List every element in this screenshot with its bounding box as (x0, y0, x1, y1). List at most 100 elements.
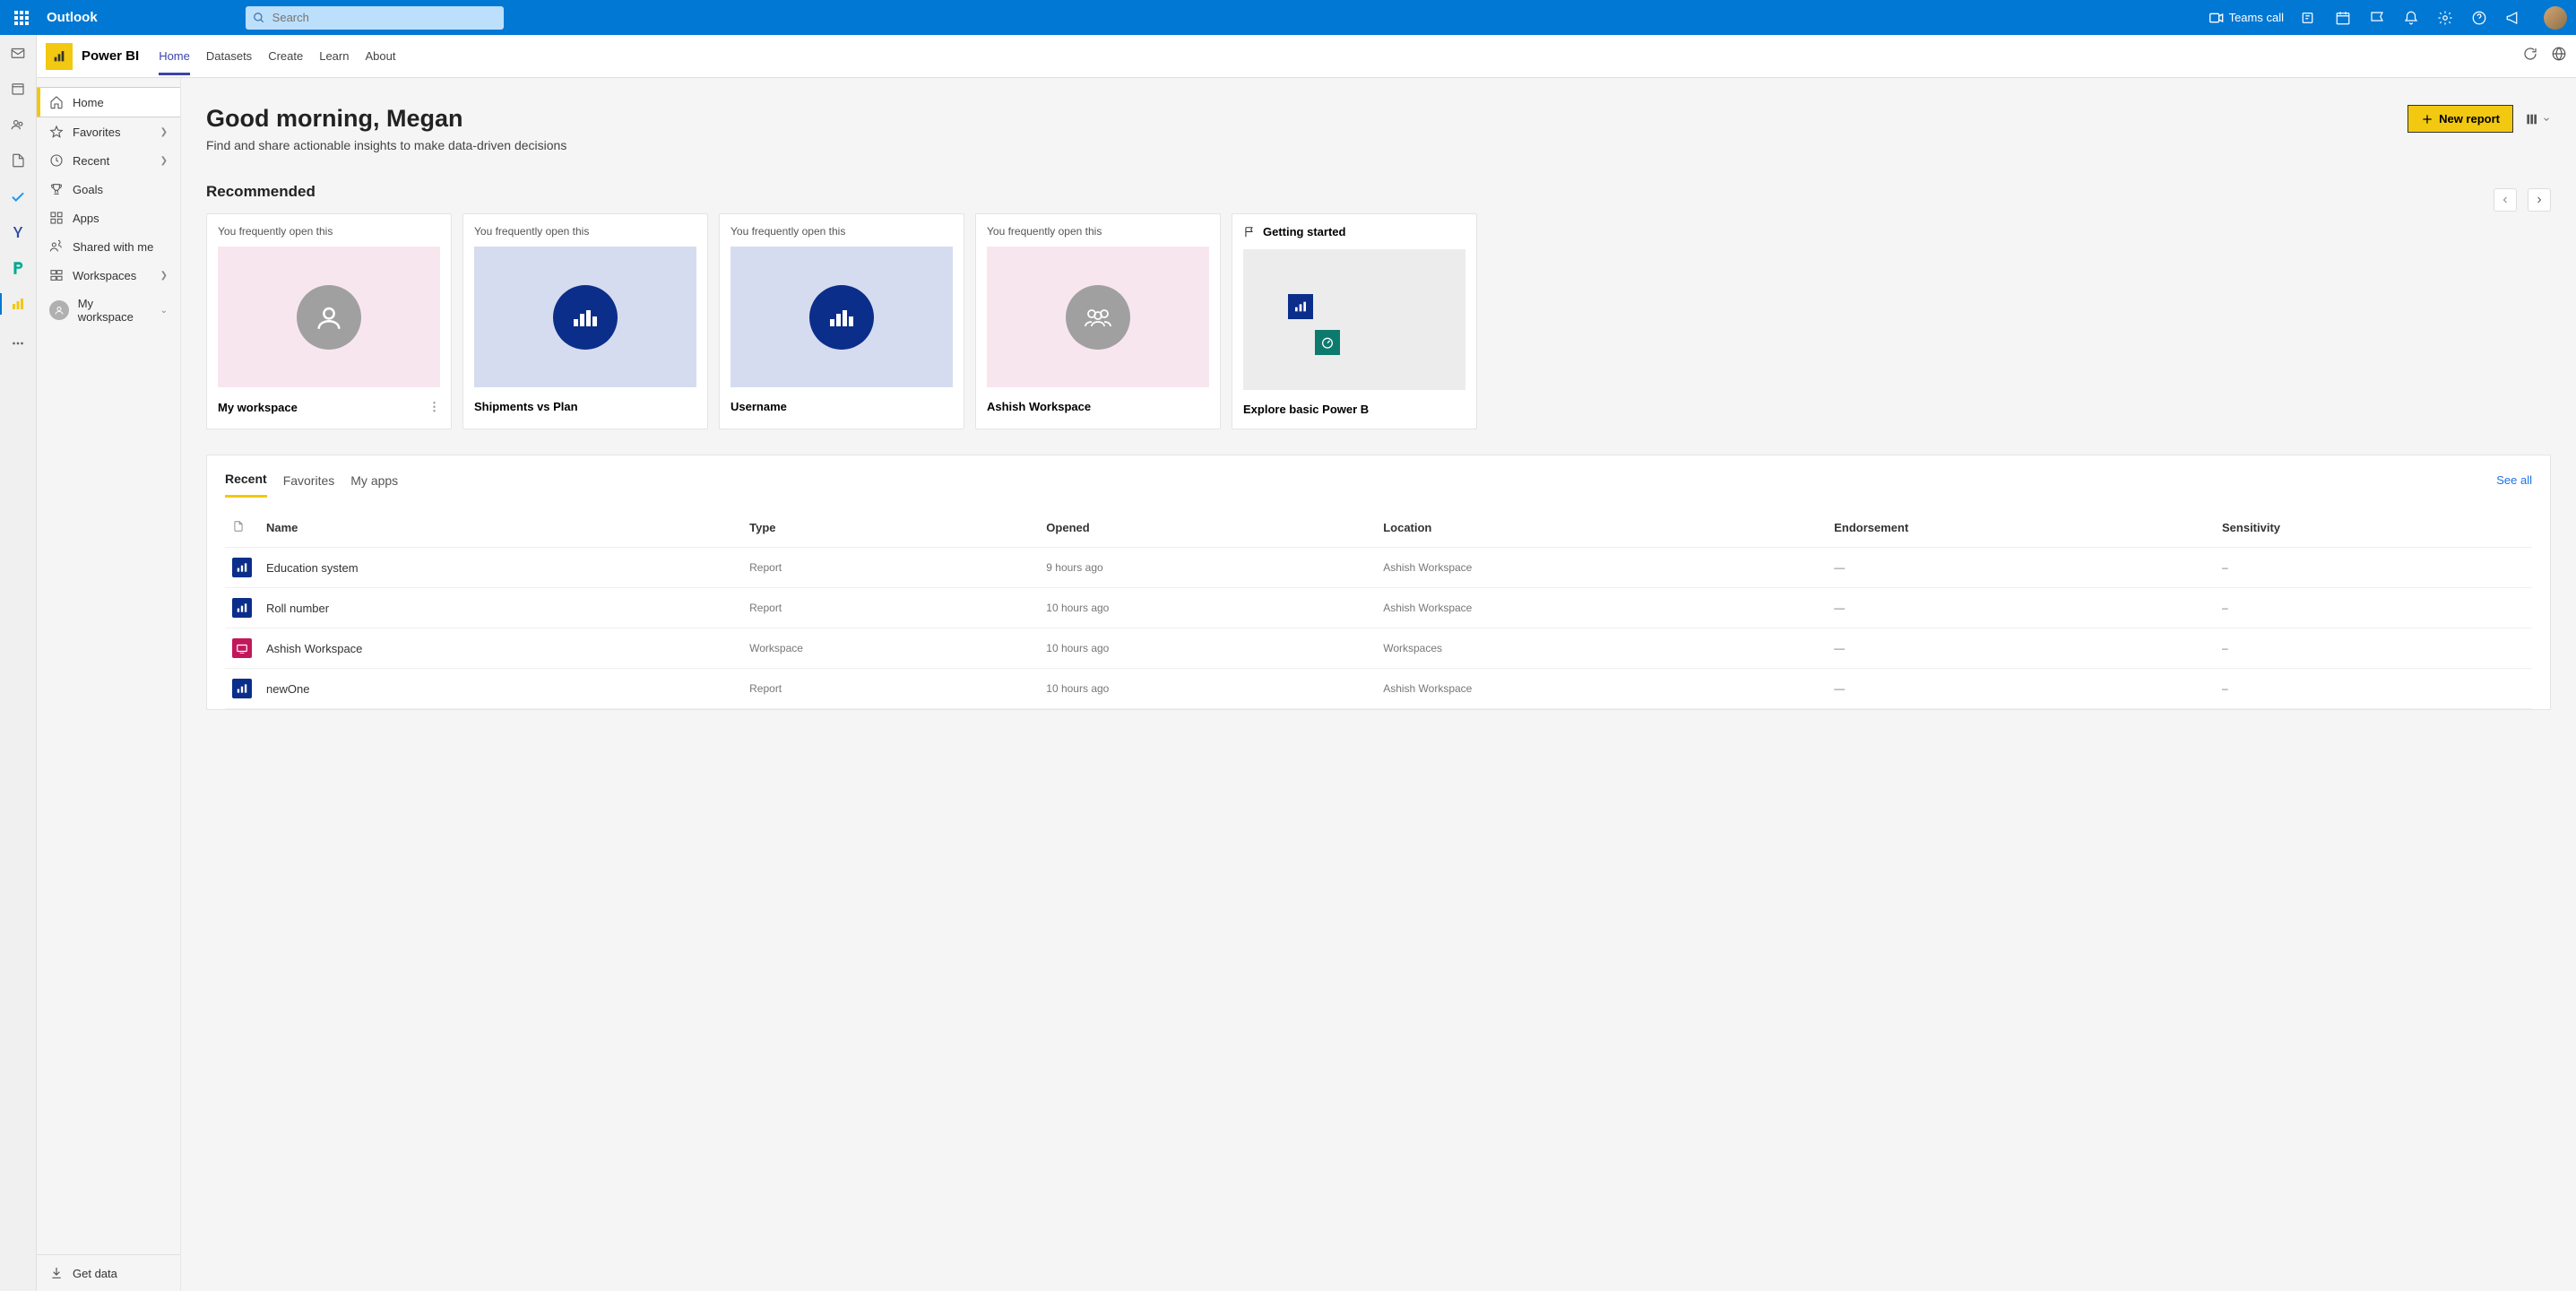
more-apps-icon[interactable] (9, 334, 27, 352)
search-input[interactable] (272, 11, 497, 24)
column-header[interactable]: Opened (1039, 508, 1376, 548)
refresh-icon[interactable] (2522, 46, 2538, 66)
workspaces-icon (49, 268, 64, 282)
see-all-link[interactable]: See all (2496, 473, 2532, 496)
table-row[interactable]: newOneReport10 hours agoAshish Workspace… (225, 669, 2532, 709)
card-title: Explore basic Power B (1243, 403, 1369, 416)
pbi-tab-create[interactable]: Create (268, 37, 303, 75)
recommended-card[interactable]: You frequently open thisAshish Workspace (975, 213, 1221, 429)
teams-call-button[interactable]: Teams call (2209, 11, 2284, 24)
sidebar-item-label: Shared with me (73, 240, 153, 254)
column-header[interactable] (225, 508, 259, 548)
card-title: Shipments vs Plan (474, 400, 578, 413)
content-tab-recent[interactable]: Recent (225, 472, 267, 498)
app-launcher-icon[interactable] (9, 5, 34, 30)
settings-icon[interactable] (2436, 9, 2454, 27)
column-header[interactable]: Location (1376, 508, 1827, 548)
notifications-icon[interactable] (2402, 9, 2420, 27)
sidebar-item-apps[interactable]: Apps (37, 204, 180, 232)
sidebar-item-workspaces[interactable]: Workspaces❯ (37, 261, 180, 290)
share-icon (49, 239, 64, 254)
card-label: You frequently open this (207, 214, 451, 247)
pbi-tab-about[interactable]: About (365, 37, 395, 75)
recommended-card[interactable]: You frequently open thisShipments vs Pla… (462, 213, 708, 429)
bookings-rail-icon[interactable] (9, 259, 27, 277)
pbi-tab-datasets[interactable]: Datasets (206, 37, 252, 75)
help-icon[interactable] (2470, 9, 2488, 27)
scroll-right-button[interactable] (2528, 188, 2551, 212)
bars-icon (1288, 294, 1313, 319)
sidebar-item-favorites[interactable]: Favorites❯ (37, 117, 180, 146)
layout-toggle[interactable] (2526, 113, 2551, 126)
greeting-title: Good morning, Megan (206, 105, 566, 133)
recommended-card[interactable]: Getting startedExplore basic Power B (1232, 213, 1477, 429)
get-data-label: Get data (73, 1267, 117, 1280)
people-icon (1066, 285, 1130, 350)
sidebar-item-home[interactable]: Home (37, 87, 180, 117)
row-sensitivity: – (2215, 588, 2532, 628)
files-rail-icon[interactable] (9, 152, 27, 169)
outlook-app-rail (0, 35, 37, 1291)
meet-now-icon[interactable] (2300, 9, 2318, 27)
row-location: Ashish Workspace (1376, 548, 1827, 588)
content-tabs-card: Recent Favorites My apps See all NameTypeOp… (206, 455, 2551, 710)
column-header[interactable]: Name (259, 508, 742, 548)
header-actions: Teams call (2209, 6, 2567, 30)
workspace-icon (232, 638, 252, 658)
app-name[interactable]: Outlook (47, 10, 98, 25)
sidebar-item-goals[interactable]: Goals (37, 175, 180, 204)
chevron-right-icon: ❯ (160, 156, 168, 166)
sidebar-item-my-workspace[interactable]: My workspace⌄ (37, 290, 180, 331)
report-icon (232, 598, 252, 618)
new-report-label: New report (2439, 112, 2500, 126)
new-report-button[interactable]: New report (2407, 105, 2513, 133)
people-rail-icon[interactable] (9, 116, 27, 134)
megaphone-icon[interactable] (2504, 9, 2522, 27)
pbi-tab-home[interactable]: Home (159, 37, 190, 75)
powerbi-rail-icon[interactable] (9, 295, 27, 313)
row-name: Ashish Workspace (259, 628, 742, 669)
column-header[interactable]: Sensitivity (2215, 508, 2532, 548)
column-header[interactable]: Type (742, 508, 1039, 548)
get-data-icon (49, 1266, 64, 1280)
teams-call-label: Teams call (2229, 11, 2284, 24)
powerbi-nav-tabs: Home Datasets Create Learn About (159, 37, 395, 75)
search-box[interactable] (246, 6, 504, 30)
powerbi-title: Power BI (82, 48, 139, 64)
table-row[interactable]: Ashish WorkspaceWorkspace10 hours agoWor… (225, 628, 2532, 669)
calendar-icon[interactable] (2334, 9, 2352, 27)
recommended-card[interactable]: You frequently open thisMy workspace⋮ (206, 213, 452, 429)
get-data-button[interactable]: Get data (37, 1254, 180, 1291)
card-thumbnail (730, 247, 953, 387)
bars-icon (809, 285, 874, 350)
scroll-left-button[interactable] (2494, 188, 2517, 212)
row-endorsement: — (1827, 548, 2215, 588)
tips-icon[interactable] (2368, 9, 2386, 27)
flag-icon (1243, 226, 1256, 238)
calendar-rail-icon[interactable] (9, 80, 27, 98)
content-tab-my-apps[interactable]: My apps (350, 473, 398, 497)
todo-rail-icon[interactable] (9, 187, 27, 205)
main-content: Good morning, Megan Find and share actio… (181, 78, 2576, 1291)
powerbi-logo (46, 43, 73, 70)
user-avatar[interactable] (2544, 6, 2567, 30)
pbi-tab-learn[interactable]: Learn (319, 37, 349, 75)
row-sensitivity: – (2215, 548, 2532, 588)
table-row[interactable]: Education systemReport9 hours agoAshish … (225, 548, 2532, 588)
recommended-card[interactable]: You frequently open thisUsername (719, 213, 964, 429)
yammer-rail-icon[interactable] (9, 223, 27, 241)
chevron-right-icon: ❯ (160, 127, 168, 137)
card-label: You frequently open this (976, 214, 1220, 247)
sidebar-item-recent[interactable]: Recent❯ (37, 146, 180, 175)
content-tab-favorites[interactable]: Favorites (283, 473, 335, 497)
row-type: Workspace (742, 628, 1039, 669)
column-header[interactable]: Endorsement (1827, 508, 2215, 548)
card-more-icon[interactable]: ⋮ (428, 400, 440, 414)
row-location: Ashish Workspace (1376, 669, 1827, 709)
sidebar-item-label: Goals (73, 183, 103, 196)
table-row[interactable]: Roll numberReport10 hours agoAshish Work… (225, 588, 2532, 628)
recommended-row: You frequently open thisMy workspace⋮You… (206, 213, 2551, 429)
globe-icon[interactable] (2551, 46, 2567, 66)
mail-icon[interactable] (9, 44, 27, 62)
sidebar-item-shared-with-me[interactable]: Shared with me (37, 232, 180, 261)
